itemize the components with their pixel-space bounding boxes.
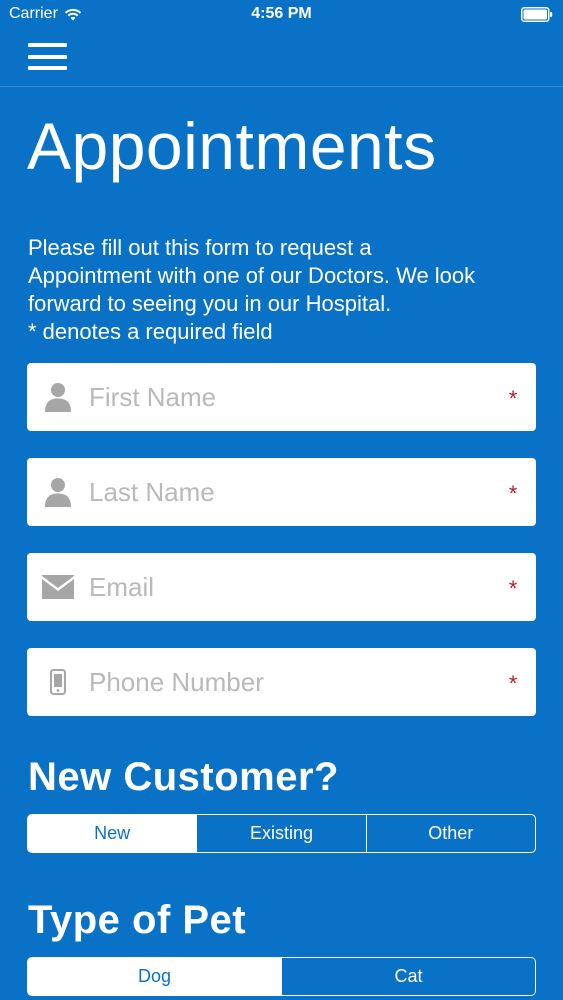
person-icon xyxy=(27,363,89,431)
hamburger-menu-icon[interactable] xyxy=(28,43,67,70)
segment-other[interactable]: Other xyxy=(365,815,535,852)
last-name-input[interactable] xyxy=(89,462,490,522)
required-asterisk: * xyxy=(508,671,518,696)
header-divider xyxy=(0,86,563,87)
required-note: * denotes a required field xyxy=(28,319,273,344)
intro-line: forward to seeing you in our Hospital. xyxy=(28,291,392,316)
battery-icon xyxy=(521,7,553,22)
required-asterisk: * xyxy=(508,386,518,411)
last-name-field[interactable]: * xyxy=(27,458,536,526)
segment-dog[interactable]: Dog xyxy=(28,958,281,995)
status-bar: Carrier 4:56 PM xyxy=(0,0,563,30)
segment-cat[interactable]: Cat xyxy=(281,958,535,995)
required-asterisk: * xyxy=(508,481,518,506)
new-customer-segmented-control: New Existing Other xyxy=(27,814,536,853)
required-asterisk: * xyxy=(508,576,518,601)
new-customer-heading: New Customer? xyxy=(28,755,339,799)
email-input[interactable] xyxy=(89,557,490,617)
person-icon xyxy=(27,458,89,526)
envelope-icon xyxy=(27,553,89,621)
intro-text: Please fill out this form to request a A… xyxy=(28,234,543,346)
first-name-input[interactable] xyxy=(89,367,490,427)
first-name-field[interactable]: * xyxy=(27,363,536,431)
phone-number-input[interactable] xyxy=(89,652,490,712)
status-time: 4:56 PM xyxy=(251,5,312,22)
page-title: Appointments xyxy=(27,109,437,183)
intro-line: Please fill out this form to request a xyxy=(28,235,372,260)
intro-line: Appointment with one of our Doctors. We … xyxy=(28,263,476,288)
phone-number-field[interactable]: * xyxy=(27,648,536,716)
mobile-phone-icon xyxy=(27,648,89,716)
type-of-pet-heading: Type of Pet xyxy=(28,898,247,942)
email-field[interactable]: * xyxy=(27,553,536,621)
segment-existing[interactable]: Existing xyxy=(196,815,365,852)
segment-new[interactable]: New xyxy=(28,815,197,852)
pet-type-segmented-control: Dog Cat xyxy=(27,957,536,996)
